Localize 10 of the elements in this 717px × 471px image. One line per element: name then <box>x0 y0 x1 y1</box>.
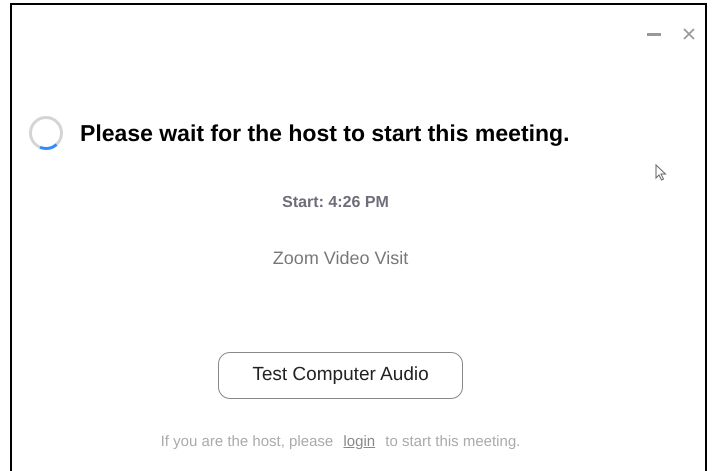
host-login-message: If you are the host, please login to start this meeting. <box>160 432 520 452</box>
login-link[interactable]: login <box>343 433 376 450</box>
test-audio-button[interactable]: Test Computer Audio <box>218 352 463 399</box>
minimize-icon[interactable] <box>647 32 661 36</box>
close-icon[interactable] <box>683 28 695 40</box>
start-time: Start: 4:26 PM <box>282 193 389 213</box>
mouse-cursor-icon <box>655 164 667 181</box>
heading: Please wait for the host to start this meeting. <box>80 118 570 148</box>
loading-spinner-icon <box>28 115 64 151</box>
meeting-topic: Zoom Video Visit <box>272 247 408 270</box>
